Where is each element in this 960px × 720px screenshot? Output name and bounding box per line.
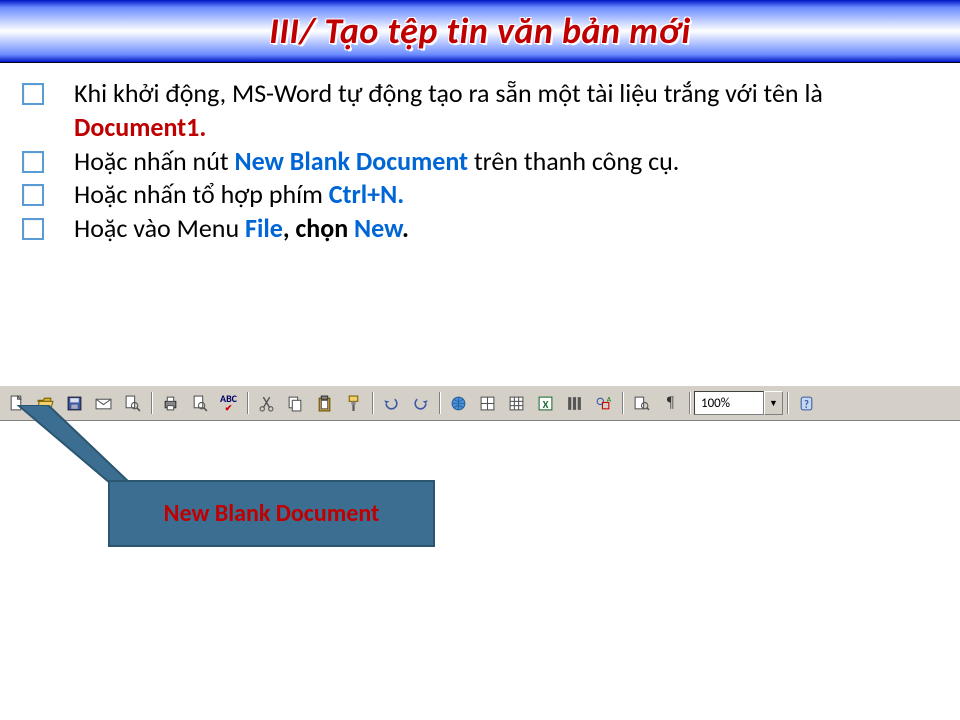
text: .: [402, 212, 409, 244]
print-icon[interactable]: [157, 390, 184, 417]
svg-text:X: X: [543, 397, 549, 410]
highlight-ctrl-n: Ctrl+N.: [329, 178, 404, 210]
text: Hoặc vào Menu: [74, 212, 245, 244]
insert-table-icon[interactable]: [503, 390, 530, 417]
highlight-new-blank: New Blank Document: [234, 145, 468, 177]
zoom-dropdown-icon[interactable]: ▼: [764, 391, 783, 415]
content-area: Khi khởi động, MS-Word tự động tạo ra sẵ…: [0, 63, 960, 246]
save-icon[interactable]: [61, 390, 88, 417]
bullet-icon: [22, 218, 44, 240]
copy-icon[interactable]: [282, 390, 309, 417]
list-item: Hoặc nhấn nút New Blank Document trên th…: [22, 145, 942, 179]
svg-text:?: ?: [804, 397, 809, 410]
list-item: Khi khởi động, MS-Word tự động tạo ra sẵ…: [22, 77, 942, 145]
text: , chọn: [283, 212, 354, 244]
highlight-new: New: [354, 212, 402, 244]
separator-icon: [372, 392, 373, 414]
separator-icon: [787, 392, 788, 414]
paragraph-marks-icon[interactable]: ¶: [657, 390, 684, 417]
word-toolbar: ABC✔ X A ¶ 100% ▼ ?: [0, 385, 960, 421]
search-doc-icon[interactable]: [119, 390, 146, 417]
tables-borders-icon[interactable]: [474, 390, 501, 417]
text: trên thanh công cụ.: [468, 145, 679, 177]
callout-label: New Blank Document: [164, 499, 380, 528]
paste-icon[interactable]: [311, 390, 338, 417]
undo-icon[interactable]: [378, 390, 405, 417]
format-painter-icon[interactable]: [340, 390, 367, 417]
page-title: III/ Tạo tệp tin văn bản mới: [269, 9, 691, 53]
new-icon[interactable]: [3, 390, 30, 417]
highlight-file: File: [245, 212, 283, 244]
mail-icon[interactable]: [90, 390, 117, 417]
open-icon[interactable]: [32, 390, 59, 417]
bullet-icon: [22, 83, 44, 105]
help-icon[interactable]: ?: [793, 390, 820, 417]
bullet-icon: [22, 151, 44, 173]
text: Hoặc nhấn nút: [74, 145, 234, 177]
text: Hoặc nhấn tổ hợp phím: [74, 178, 329, 210]
separator-icon: [439, 392, 440, 414]
drawing-icon[interactable]: A: [590, 390, 617, 417]
separator-icon: [622, 392, 623, 414]
separator-icon: [151, 392, 152, 414]
zoom-input[interactable]: 100%: [694, 391, 764, 415]
separator-icon: [247, 392, 248, 414]
callout-box: New Blank Document: [108, 480, 435, 547]
redo-icon[interactable]: [407, 390, 434, 417]
separator-icon: [689, 392, 690, 414]
cut-icon[interactable]: [253, 390, 280, 417]
link-icon[interactable]: [445, 390, 472, 417]
list-item: Hoặc nhấn tổ hợp phím Ctrl+N.: [22, 178, 942, 212]
columns-icon[interactable]: [561, 390, 588, 417]
highlight-document1: Document1.: [74, 111, 206, 143]
excel-icon[interactable]: X: [532, 390, 559, 417]
spellcheck-icon[interactable]: ABC✔: [215, 390, 242, 417]
doc-map-icon[interactable]: [628, 390, 655, 417]
preview-icon[interactable]: [186, 390, 213, 417]
list-item: Hoặc vào Menu File, chọn New.: [22, 212, 942, 246]
svg-text:A: A: [607, 395, 612, 403]
text: Khi khởi động, MS-Word tự động tạo ra sẵ…: [74, 77, 823, 109]
bullet-icon: [22, 184, 44, 206]
title-bar: III/ Tạo tệp tin văn bản mới: [0, 0, 960, 63]
